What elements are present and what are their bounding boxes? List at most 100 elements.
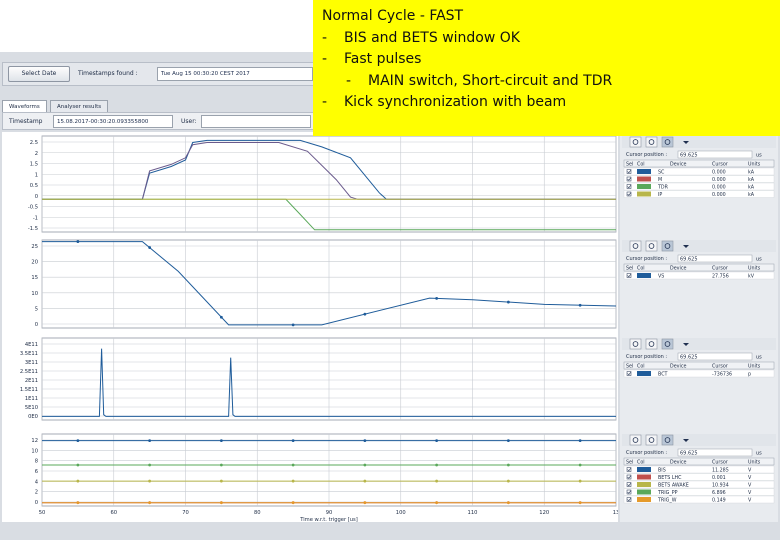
tab-waveforms[interactable]: Waveforms xyxy=(2,100,47,112)
y-tick-label: -1 xyxy=(33,215,38,221)
y-tick-label: 2.5 xyxy=(30,140,38,146)
series-color-swatch xyxy=(637,474,651,480)
y-tick-label: 0.5 xyxy=(30,183,38,189)
y-tick-label: 5 xyxy=(35,306,38,312)
device-name: IP xyxy=(658,192,662,198)
x-tick-label: 60 xyxy=(110,510,117,516)
cursor-value: 0.000 xyxy=(712,192,726,198)
series-marker xyxy=(435,439,439,443)
cursor-position-label: Cursor position : xyxy=(626,450,667,456)
waveform-plots-svg: 2.521.510.50-0.5-1-1.525201510504E113.5E… xyxy=(20,135,619,523)
pan-hand-icon xyxy=(645,240,658,252)
pan-hand-icon xyxy=(645,434,658,446)
table-header-cell: Device xyxy=(670,161,686,167)
zoom-icon xyxy=(661,434,674,446)
table-header-cell: Col xyxy=(637,265,645,271)
cursor-unit-label: us xyxy=(756,451,762,457)
x-tick-label: 90 xyxy=(326,510,333,516)
table-header-cell: Device xyxy=(670,265,686,271)
timestamp-field[interactable]: 15.08.2017-00:30:20.093355800 xyxy=(53,115,173,128)
bullet-dash: - xyxy=(322,29,328,46)
cursor-panel-2: Cursor position : 69.625 us Sel Col Device Cur… xyxy=(622,240,776,279)
user-field[interactable] xyxy=(201,115,311,128)
series-marker xyxy=(363,501,367,505)
series-marker xyxy=(506,463,510,467)
table-header-cell: Cursor xyxy=(712,161,728,167)
series-marker xyxy=(578,501,582,505)
table-header-cell: Cursor xyxy=(712,265,728,271)
timestamps-found-label: Timestamps found : xyxy=(78,70,138,77)
y-tick-label: 0 xyxy=(35,500,38,506)
series-marker xyxy=(219,463,223,467)
series-marker xyxy=(76,240,80,243)
table-header-cell: Sel xyxy=(626,161,633,167)
user-label: User: xyxy=(181,118,197,125)
panel-toolbar xyxy=(622,338,776,350)
y-tick-label: 2 xyxy=(35,151,38,157)
callout-subitem: - MAIN switch, Short-circuit and TDR xyxy=(322,71,771,93)
x-tick-label: 80 xyxy=(254,510,261,516)
series-marker xyxy=(291,439,295,443)
callout-item: - Kick synchronization with beam xyxy=(322,92,771,114)
callout-item-text: Kick synchronization with beam xyxy=(344,94,567,110)
series-marker xyxy=(291,323,295,327)
cursor-value: 27.756 xyxy=(712,273,729,279)
y-tick-label: 0E0 xyxy=(28,414,38,420)
y-tick-label: 1 xyxy=(35,172,38,178)
timestamp-selector[interactable]: Tue Aug 15 00:30:20 CEST 2017 xyxy=(157,67,313,81)
x-tick-label: 50 xyxy=(39,510,46,516)
series-color-swatch xyxy=(637,191,651,197)
table-header-cell: Cursor xyxy=(712,363,728,369)
cursor-value: 6.896 xyxy=(712,490,726,496)
cursor-value: 11.285 xyxy=(712,467,729,473)
series-marker xyxy=(219,501,223,505)
callout-item: - Fast pulses xyxy=(322,49,771,71)
cursor-position-value: 69.625 xyxy=(680,451,698,457)
table-header-cell: Device xyxy=(670,363,686,369)
series-marker xyxy=(435,463,439,467)
series-marker xyxy=(219,315,223,319)
series-color-swatch xyxy=(637,184,651,189)
select-date-button[interactable]: Select Date xyxy=(8,66,70,82)
callout-item-text: Fast pulses xyxy=(344,51,422,67)
y-tick-label: 1.5E11 xyxy=(20,387,38,393)
annotation-callout: Normal Cycle - FAST - BIS and BETS window… xyxy=(313,0,780,136)
chart-1: 2.5 2 1.5 1 0.5 0 -0.5 -1 -1.5 xyxy=(28,135,617,233)
series-color-swatch xyxy=(637,482,651,487)
y-tick-label: 20 xyxy=(31,260,38,266)
y-tick-label: 6 xyxy=(35,469,38,475)
series-marker xyxy=(363,463,367,467)
series-marker xyxy=(148,501,152,505)
series-marker xyxy=(506,439,510,443)
device-name: VS xyxy=(658,273,664,279)
series-marker xyxy=(219,479,223,483)
y-tick-label: 2E11 xyxy=(25,378,38,384)
cursor-unit-label: us xyxy=(756,257,762,263)
table-header-cell: Col xyxy=(637,363,645,369)
cursor-panel-1: Cursor position : 69.625 us Sel Col Device Cur… xyxy=(622,136,776,198)
cursor-position-label: Cursor position : xyxy=(626,354,667,360)
y-tick-label: 4 xyxy=(35,479,39,485)
unit-value: kA xyxy=(748,192,755,198)
table-header-cell: Cursor xyxy=(712,459,728,465)
zoom-icon xyxy=(661,136,674,148)
panel-toolbar xyxy=(622,136,776,148)
series-marker xyxy=(578,439,582,443)
unit-value: kA xyxy=(748,184,755,190)
table-header-cell: Sel xyxy=(626,459,633,465)
panel-toolbar xyxy=(622,434,776,446)
device-name: BCT xyxy=(658,371,668,377)
series-color-swatch xyxy=(637,169,651,174)
series-marker xyxy=(435,501,439,505)
y-tick-label: 3E11 xyxy=(25,360,38,366)
unit-value: kV xyxy=(748,273,755,279)
pan-hand-icon xyxy=(645,136,658,148)
series-marker xyxy=(506,501,510,505)
series-marker xyxy=(148,479,152,483)
table-header-cell: Units xyxy=(748,363,761,369)
y-tick-label: 10 xyxy=(31,291,38,297)
tab-analyser-results[interactable]: Analyser results xyxy=(50,100,109,112)
pan-hand-icon xyxy=(645,338,658,350)
table-header-cell: Col xyxy=(637,459,645,465)
x-tick-label: 100 xyxy=(396,510,406,516)
